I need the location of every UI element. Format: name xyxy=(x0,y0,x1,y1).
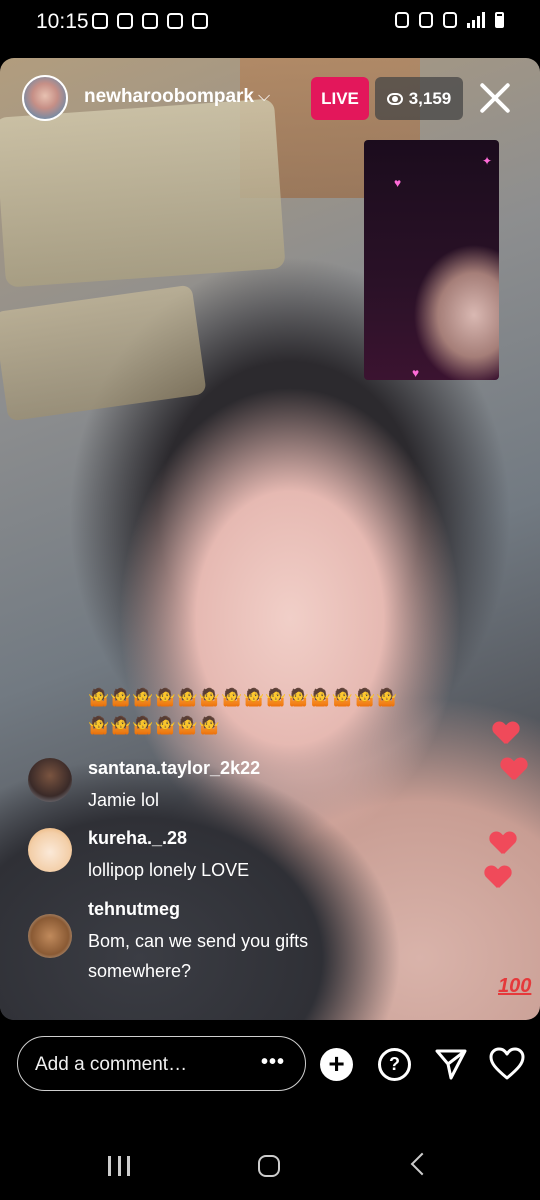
add-icon[interactable]: + xyxy=(320,1048,353,1081)
commenter-avatar[interactable] xyxy=(28,758,72,802)
guest-video[interactable]: ♥ ✦ ♥ xyxy=(364,140,499,380)
commenter-avatar[interactable] xyxy=(28,914,72,958)
sparkle-icon: ♥ xyxy=(394,176,402,190)
sparkle-icon: ✦ xyxy=(482,154,493,168)
background-pillow xyxy=(0,284,207,422)
signal-icon xyxy=(467,12,485,28)
comment-input[interactable]: Add a comment… ••• xyxy=(17,1036,306,1091)
comment-username[interactable]: santana.taylor_2k22 xyxy=(88,758,260,779)
live-badge: LIVE xyxy=(311,77,369,120)
heart-icon[interactable] xyxy=(489,1046,525,1082)
sparkle-icon: ♥ xyxy=(412,366,420,380)
emoji-comment: 🤷🤷🤷🤷🤷🤷🤷🤷🤷🤷🤷🤷🤷🤷 xyxy=(88,688,399,707)
comment-item[interactable]: tehnutmeg Bom, can we send you gifts som… xyxy=(28,899,348,989)
notification-icons xyxy=(92,13,208,29)
comment-item[interactable]: santana.taylor_2k22 Jamie lol xyxy=(28,758,348,818)
maple-leaf-icon xyxy=(167,13,183,29)
comment-item[interactable]: kureha._.28 lollipop lonely LOVE xyxy=(28,828,348,888)
cloud-icon xyxy=(92,13,108,29)
alarm-icon xyxy=(395,12,409,28)
heart-reaction xyxy=(490,832,516,858)
heart-reaction xyxy=(485,866,511,892)
more-options-icon[interactable]: ••• xyxy=(261,1051,285,1074)
send-icon[interactable] xyxy=(434,1047,468,1081)
mute-icon xyxy=(419,12,433,28)
host-username[interactable]: newharoobompark xyxy=(84,86,254,108)
heart-reaction xyxy=(493,722,519,748)
comment-text: Jamie lol xyxy=(88,790,160,810)
viewer-count-button[interactable]: 3,159 xyxy=(375,77,463,120)
chevron-down-icon[interactable]: ⌵ xyxy=(258,88,270,106)
wifi-icon xyxy=(443,12,457,28)
emoji-comment: 🤷🤷🤷🤷🤷🤷 xyxy=(88,716,222,735)
comment-username[interactable]: kureha._.28 xyxy=(88,828,187,849)
comment-text: Bom, can we send you gifts somewhere? xyxy=(88,931,309,981)
background-pillow xyxy=(0,98,286,288)
question-icon[interactable]: ? xyxy=(378,1048,411,1081)
hundred-emoji: 100 xyxy=(498,975,532,997)
commenter-avatar[interactable] xyxy=(28,828,72,872)
calendar-icon xyxy=(117,13,133,29)
system-icons xyxy=(395,12,504,28)
status-bar: 10:15 xyxy=(0,0,540,48)
recents-button[interactable] xyxy=(108,1156,130,1176)
host-avatar[interactable] xyxy=(22,75,68,121)
messenger-icon xyxy=(142,13,158,29)
battery-icon xyxy=(495,12,504,28)
comment-username[interactable]: tehnutmeg xyxy=(88,899,180,920)
comment-placeholder: Add a comment… xyxy=(35,1054,188,1075)
close-icon[interactable] xyxy=(477,80,513,116)
viewer-count: 3,159 xyxy=(408,88,452,108)
eye-icon xyxy=(386,92,403,105)
status-time: 10:15 xyxy=(36,10,89,33)
home-button[interactable] xyxy=(258,1155,280,1177)
comment-text: lollipop lonely LOVE xyxy=(88,860,250,880)
heart-reaction xyxy=(501,758,527,784)
back-button[interactable] xyxy=(410,1152,434,1176)
gallery-icon xyxy=(192,13,208,29)
